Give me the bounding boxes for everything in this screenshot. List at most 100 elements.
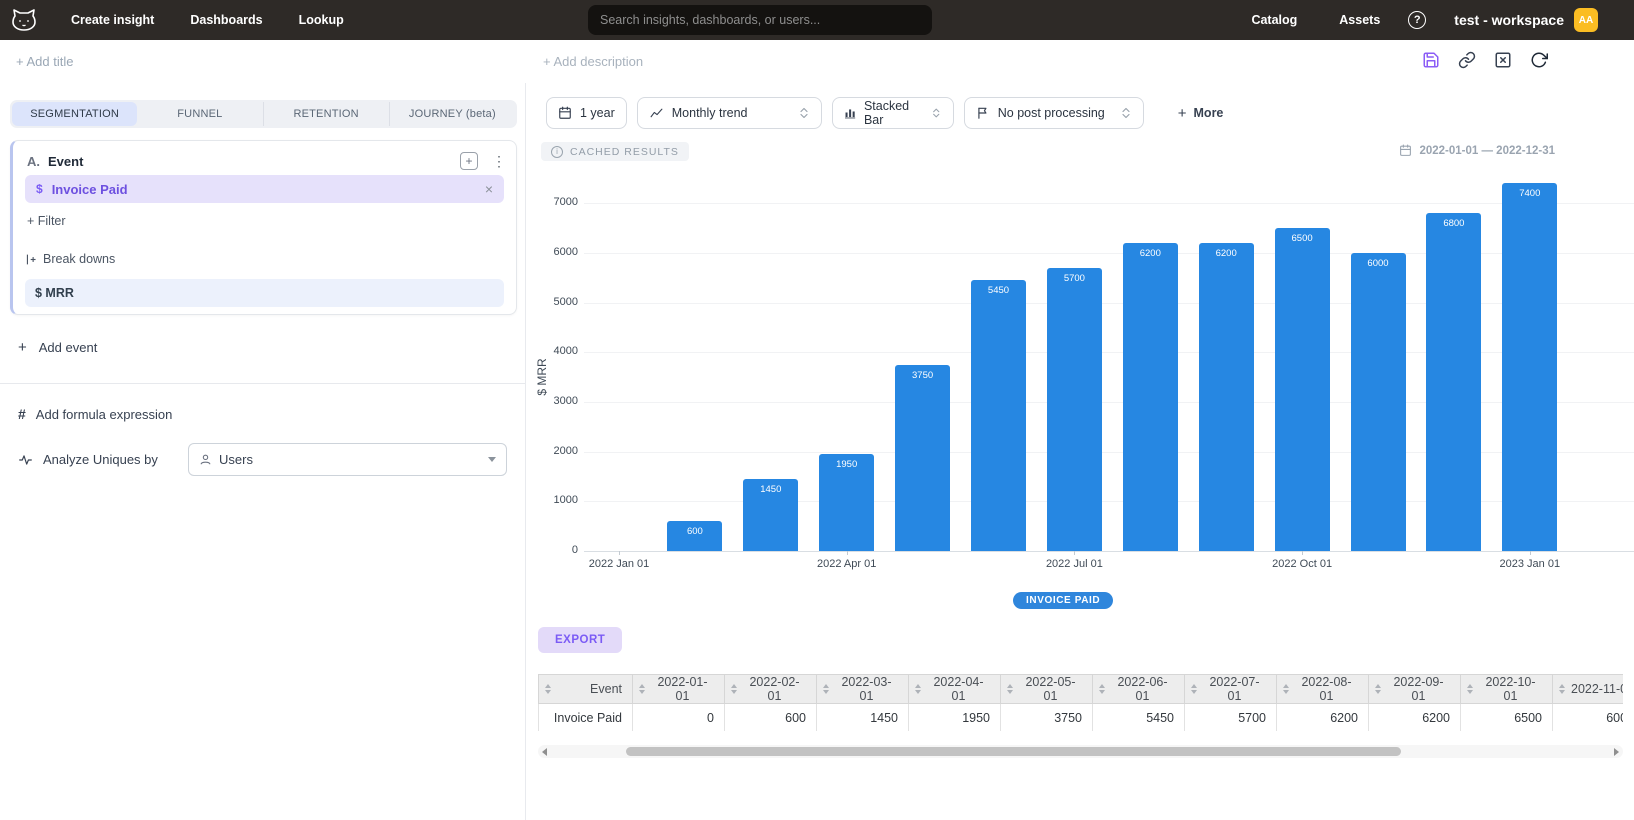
plus-icon: + bbox=[1178, 105, 1187, 122]
scrollbar-thumb[interactable] bbox=[626, 747, 1401, 756]
x-square-icon[interactable] bbox=[1493, 50, 1512, 69]
bar-value-label: 6200 bbox=[1199, 248, 1254, 259]
app-logo-icon[interactable] bbox=[10, 6, 38, 34]
sort-icon[interactable] bbox=[1467, 684, 1473, 694]
trend-icon bbox=[649, 107, 664, 120]
remove-event-icon[interactable]: × bbox=[485, 181, 493, 197]
sort-icon[interactable] bbox=[545, 684, 551, 694]
table-header-cell[interactable]: 2022-07-01 bbox=[1185, 675, 1277, 704]
bar-2022-05-01[interactable] bbox=[895, 365, 950, 551]
tab-retention[interactable]: RETENTION bbox=[263, 102, 389, 126]
sort-icon[interactable] bbox=[1007, 684, 1013, 694]
row-value-cell: 3750 bbox=[1001, 704, 1093, 732]
sort-icon[interactable] bbox=[639, 684, 645, 694]
table-header-cell[interactable]: 2022-06-01 bbox=[1093, 675, 1185, 704]
save-icon[interactable] bbox=[1421, 50, 1440, 69]
event-menu-icon[interactable]: ⋮ bbox=[492, 153, 506, 170]
row-value-cell: 5700 bbox=[1185, 704, 1277, 732]
trend-select[interactable]: Monthly trend bbox=[637, 97, 822, 129]
sort-icon[interactable] bbox=[1283, 684, 1289, 694]
chart-type-select[interactable]: Stacked Bar bbox=[832, 97, 954, 129]
bar-chart-icon bbox=[844, 106, 856, 120]
bar-2022-10-01[interactable] bbox=[1275, 228, 1330, 551]
nav-item-assets[interactable]: Assets bbox=[1339, 13, 1380, 27]
pulse-icon bbox=[18, 453, 33, 467]
legend-invoice-paid[interactable]: INVOICE PAID bbox=[1013, 592, 1113, 609]
sort-icon[interactable] bbox=[1191, 684, 1197, 694]
bar-value-label: 6800 bbox=[1426, 218, 1481, 229]
selected-event-row[interactable]: $ Invoice Paid × bbox=[25, 175, 504, 203]
bar-value-label: 7400 bbox=[1502, 188, 1557, 199]
table-header-cell[interactable]: 2022-08-01 bbox=[1277, 675, 1369, 704]
x-tick-mark bbox=[1302, 551, 1303, 555]
bar-2022-08-01[interactable] bbox=[1123, 243, 1178, 551]
bar-2022-12-01[interactable] bbox=[1426, 213, 1481, 551]
nav-item-lookup[interactable]: Lookup bbox=[299, 13, 344, 27]
add-breakdown-button[interactable]: Break downs bbox=[25, 252, 115, 266]
post-processing-select[interactable]: No post processing bbox=[964, 97, 1144, 129]
table-header-cell[interactable]: 2022-03-01 bbox=[817, 675, 909, 704]
add-title-button[interactable]: + Add title bbox=[16, 54, 73, 69]
add-description-button[interactable]: + Add description bbox=[543, 54, 643, 69]
sort-icon[interactable] bbox=[915, 684, 921, 694]
date-range-button[interactable]: 1 year bbox=[546, 97, 627, 129]
sort-icon[interactable] bbox=[1559, 684, 1565, 694]
search-input[interactable] bbox=[588, 5, 932, 35]
table-header-cell[interactable]: 2022-02-01 bbox=[725, 675, 817, 704]
export-button[interactable]: EXPORT bbox=[538, 627, 622, 653]
add-filter-button[interactable]: + Filter bbox=[27, 214, 66, 228]
bar-2023-01-01[interactable] bbox=[1502, 183, 1557, 551]
table-header-cell[interactable]: 2022-09-01 bbox=[1369, 675, 1461, 704]
analyze-uniques-label-group: Analyze Uniques by bbox=[18, 452, 158, 467]
row-value-cell: 6200 bbox=[1369, 704, 1461, 732]
event-card: A. Event + ⋮ $ Invoice Paid × + Filter bbox=[10, 140, 517, 315]
refresh-icon[interactable] bbox=[1529, 50, 1548, 69]
sort-icon[interactable] bbox=[823, 684, 829, 694]
add-event-button[interactable]: + Add event bbox=[18, 339, 97, 356]
workspace-name[interactable]: test - workspace bbox=[1454, 12, 1564, 28]
calendar-icon bbox=[1399, 144, 1412, 157]
info-icon: i bbox=[551, 146, 563, 158]
scroll-left-icon[interactable] bbox=[542, 748, 547, 756]
sort-icon[interactable] bbox=[731, 684, 737, 694]
avatar[interactable]: AA bbox=[1574, 8, 1598, 32]
tab-segmentation[interactable]: SEGMENTATION bbox=[12, 102, 137, 126]
row-value-cell: 6000 bbox=[1553, 704, 1624, 732]
link-icon[interactable] bbox=[1457, 50, 1476, 69]
more-options-button[interactable]: + More bbox=[1178, 105, 1224, 122]
analyze-entity-select[interactable]: Users bbox=[188, 443, 507, 476]
select-chevrons-icon bbox=[1120, 105, 1132, 121]
sort-icon[interactable] bbox=[1099, 684, 1105, 694]
results-panel: 1 year Monthly trend Stacked Bar bbox=[525, 83, 1634, 820]
event-type-icon: $ bbox=[36, 182, 43, 196]
table-header-cell[interactable]: 2022-01-01 bbox=[633, 675, 725, 704]
trend-select-value: Monthly trend bbox=[672, 106, 748, 120]
bar-chart: $ MRR INVOICE PAID 010002000300040005000… bbox=[526, 160, 1634, 618]
table-header-cell[interactable]: 2022-11-01 bbox=[1553, 675, 1624, 704]
bar-2022-11-01[interactable] bbox=[1351, 253, 1406, 551]
duplicate-event-icon[interactable]: + bbox=[460, 152, 478, 170]
scroll-right-icon[interactable] bbox=[1614, 748, 1619, 756]
table-header-cell[interactable]: 2022-04-01 bbox=[909, 675, 1001, 704]
nav-right: Catalog Assets ? test - workspace AA bbox=[1251, 0, 1598, 40]
sort-icon[interactable] bbox=[1375, 684, 1381, 694]
tab-funnel[interactable]: FUNNEL bbox=[137, 102, 262, 126]
breakdown-item-mrr[interactable]: $ MRR bbox=[25, 279, 504, 307]
table-header-cell[interactable]: 2022-10-01 bbox=[1461, 675, 1553, 704]
nav-item-catalog[interactable]: Catalog bbox=[1251, 13, 1297, 27]
bar-2022-07-01[interactable] bbox=[1047, 268, 1102, 551]
post-processing-value: No post processing bbox=[998, 106, 1105, 120]
horizontal-scrollbar[interactable] bbox=[538, 745, 1623, 758]
help-icon[interactable]: ? bbox=[1408, 11, 1426, 29]
nav-item-create-insight[interactable]: Create insight bbox=[71, 13, 154, 27]
global-search bbox=[588, 5, 932, 35]
bar-2022-06-01[interactable] bbox=[971, 280, 1026, 551]
event-card-header: A. Event + ⋮ bbox=[27, 149, 506, 173]
breakdown-icon bbox=[25, 253, 38, 266]
table-header-cell[interactable]: Event bbox=[539, 675, 633, 704]
bar-2022-09-01[interactable] bbox=[1199, 243, 1254, 551]
tab-journey-beta[interactable]: JOURNEY (beta) bbox=[389, 102, 515, 126]
nav-item-dashboards[interactable]: Dashboards bbox=[190, 13, 262, 27]
add-formula-button[interactable]: # Add formula expression bbox=[18, 406, 172, 422]
table-header-cell[interactable]: 2022-05-01 bbox=[1001, 675, 1093, 704]
